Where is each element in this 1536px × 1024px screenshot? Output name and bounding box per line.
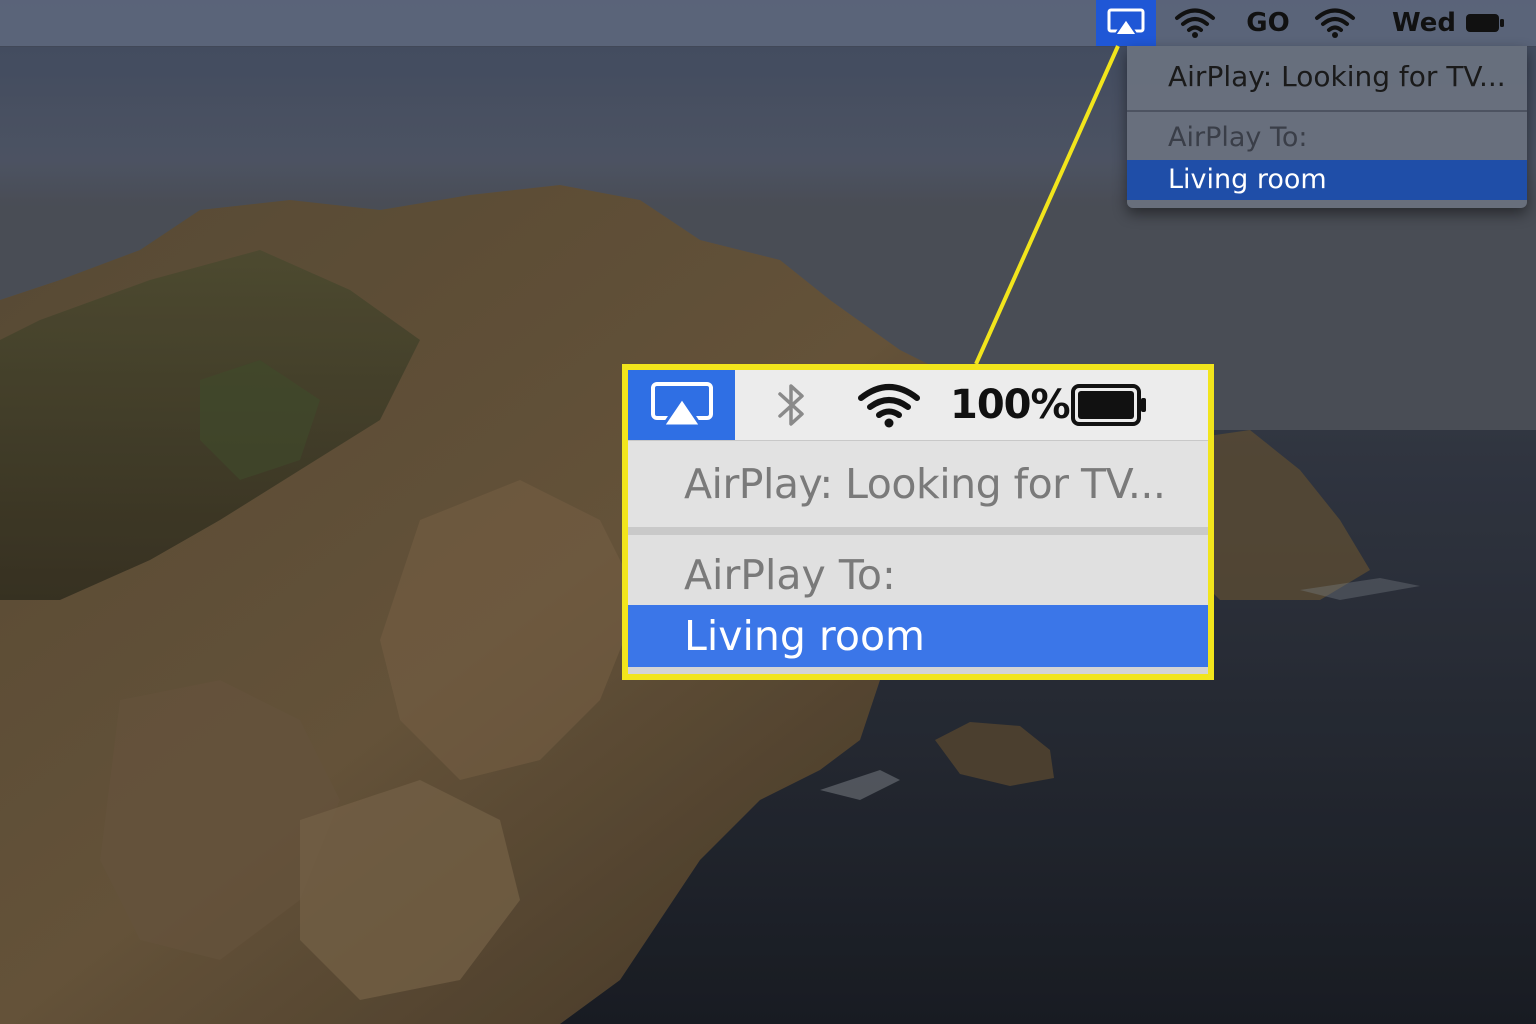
zoom-wifi-button[interactable]: [854, 370, 924, 440]
airplay-to-header: AirPlay To:: [1168, 122, 1308, 153]
clock-day-label[interactable]: Wed: [1386, 0, 1462, 46]
menu-bar: GO Wed: [0, 0, 1536, 47]
zoom-airplay-to-header: AirPlay To:: [628, 535, 1208, 605]
zoom-callout-panel: 100% AirPlay: Looking for TV... AirPlay …: [622, 364, 1214, 680]
battery-icon: [1466, 14, 1504, 32]
airplay-icon: [650, 382, 713, 428]
battery-status-button[interactable]: [1462, 0, 1508, 46]
airplay-icon: [1107, 8, 1145, 36]
go-menu-item[interactable]: GO: [1236, 0, 1300, 46]
zoom-battery-button[interactable]: [1068, 370, 1152, 440]
wifi-status-button[interactable]: [1170, 0, 1220, 46]
desktop: GO Wed AirPlay: Looking for TV... AirPla…: [0, 0, 1536, 1024]
zoom-menu-bottom-edge: [628, 667, 1208, 674]
zoom-bluetooth-button[interactable]: [764, 370, 820, 440]
wifi-status-button-secondary[interactable]: [1310, 0, 1360, 46]
zoom-menu-separator: [628, 527, 1208, 535]
zoom-airplay-status-text: AirPlay: Looking for TV...: [628, 441, 1208, 527]
airplay-menu-button[interactable]: [1096, 0, 1156, 46]
zoom-menu-bar: 100%: [628, 370, 1208, 441]
battery-icon: [1071, 384, 1146, 426]
airplay-dropdown-menu: AirPlay: Looking for TV... AirPlay To: L…: [1127, 46, 1527, 208]
wifi-icon: [858, 384, 920, 428]
zoom-battery-percent: 100%: [950, 382, 1071, 428]
airplay-status-text: AirPlay: Looking for TV...: [1168, 60, 1506, 93]
bluetooth-icon: [778, 384, 804, 426]
zoom-airplay-device-living-room[interactable]: Living room: [628, 605, 1208, 667]
wifi-icon: [1175, 8, 1215, 38]
airplay-device-living-room[interactable]: Living room: [1127, 160, 1527, 200]
menu-separator: [1127, 110, 1527, 112]
zoom-airplay-button[interactable]: [628, 370, 735, 440]
wifi-icon: [1315, 8, 1355, 38]
